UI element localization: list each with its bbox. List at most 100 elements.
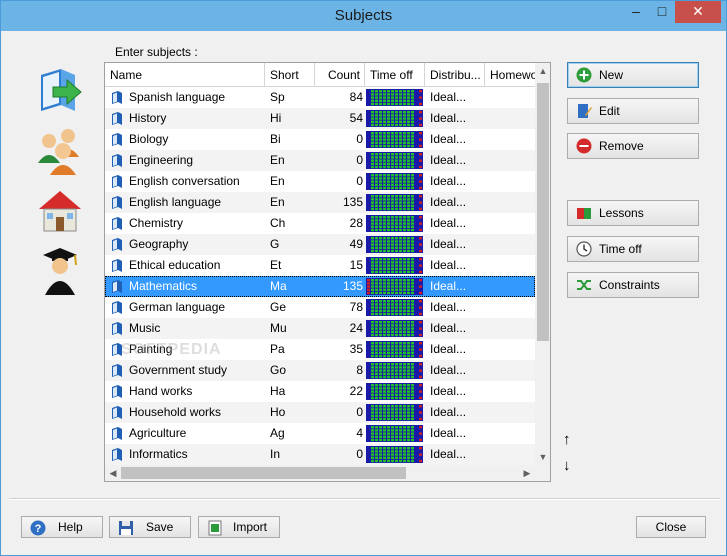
time-off-button[interactable]: Time off bbox=[567, 236, 699, 262]
subject-count: 4 bbox=[356, 426, 363, 440]
table-row[interactable]: Government study Go 8 Ideal... bbox=[105, 360, 535, 381]
time-off-grid bbox=[366, 446, 423, 463]
subjects-list[interactable]: Name Short Count Time off Distribu... Ho… bbox=[104, 62, 551, 482]
table-row[interactable]: Agriculture Ag 4 Ideal... bbox=[105, 423, 535, 444]
minus-icon bbox=[576, 138, 592, 154]
column-header-time-off[interactable]: Time off bbox=[365, 63, 425, 87]
table-row[interactable]: History Hi 54 Ideal... bbox=[105, 108, 535, 129]
table-row[interactable]: Informatics In 0 Ideal... bbox=[105, 444, 535, 465]
lessons-button-label: Lessons bbox=[599, 206, 644, 220]
subject-count: 35 bbox=[349, 342, 363, 356]
import-button-label: Import bbox=[233, 520, 268, 534]
table-row[interactable]: Music Mu 24 Ideal... bbox=[105, 318, 535, 339]
subject-count: 24 bbox=[349, 321, 363, 335]
vertical-scrollbar[interactable]: ▲ ▼ bbox=[535, 63, 550, 465]
maximize-button[interactable]: □ bbox=[649, 1, 675, 23]
table-row[interactable]: English language En 135 Ideal... bbox=[105, 192, 535, 213]
subject-short: Ha bbox=[270, 384, 286, 398]
table-row[interactable]: Painting Pa 35 Ideal... bbox=[105, 339, 535, 360]
help-button-label: Help bbox=[58, 520, 83, 534]
table-row[interactable]: Hand works Ha 22 Ideal... bbox=[105, 381, 535, 402]
window-title: Subjects bbox=[334, 7, 393, 24]
subject-name: Household works bbox=[129, 405, 222, 419]
subject-book-icon bbox=[112, 301, 122, 314]
table-row[interactable]: Engineering En 0 Ideal... bbox=[105, 150, 535, 171]
school-house-icon[interactable] bbox=[35, 185, 85, 235]
table-row[interactable]: German language Ge 78 Ideal... bbox=[105, 297, 535, 318]
subject-count: 22 bbox=[349, 384, 363, 398]
move-up-button[interactable]: ↑ bbox=[563, 431, 571, 448]
subject-short: En bbox=[270, 195, 285, 209]
table-row[interactable]: Biology Bi 0 Ideal... bbox=[105, 129, 535, 150]
subject-name: Informatics bbox=[129, 447, 188, 461]
title-bar: Subjects – □ ✕ bbox=[1, 1, 726, 31]
subject-short: Ag bbox=[270, 426, 285, 440]
help-icon: ? bbox=[30, 520, 46, 536]
scroll-right-arrow[interactable]: ▶ bbox=[519, 465, 535, 481]
lessons-icon bbox=[577, 208, 591, 219]
time-off-grid bbox=[366, 404, 423, 421]
close-window-button[interactable]: ✕ bbox=[675, 1, 721, 23]
subject-distribution: Ideal... bbox=[430, 405, 467, 419]
new-button[interactable]: New bbox=[567, 62, 699, 88]
column-header-name[interactable]: Name bbox=[105, 63, 265, 87]
time-off-grid bbox=[366, 152, 423, 169]
teachers-group-icon[interactable] bbox=[35, 125, 85, 175]
column-header-distribution[interactable]: Distribu... bbox=[425, 63, 485, 87]
table-row[interactable]: English conversation En 0 Ideal... bbox=[105, 171, 535, 192]
table-row[interactable]: Chemistry Ch 28 Ideal... bbox=[105, 213, 535, 234]
help-button[interactable]: ? Help bbox=[21, 516, 103, 538]
graduate-icon[interactable] bbox=[35, 245, 85, 295]
plus-icon bbox=[576, 67, 592, 83]
subject-count: 78 bbox=[349, 300, 363, 314]
subject-name: Geography bbox=[129, 237, 189, 251]
time-off-grid bbox=[366, 215, 423, 232]
subject-book-icon bbox=[112, 133, 122, 146]
lessons-button[interactable]: Lessons bbox=[567, 200, 699, 226]
scroll-up-arrow[interactable]: ▲ bbox=[535, 63, 550, 79]
save-button[interactable]: Save bbox=[109, 516, 191, 538]
subject-book-icon bbox=[112, 112, 122, 125]
subject-short: Et bbox=[270, 258, 282, 272]
subject-count: 0 bbox=[356, 174, 363, 188]
table-row[interactable]: Ethical education Et 15 Ideal... bbox=[105, 255, 535, 276]
subject-short: Hi bbox=[270, 111, 282, 125]
table-row[interactable]: Geography G 49 Ideal... bbox=[105, 234, 535, 255]
subject-count: 54 bbox=[349, 111, 363, 125]
subject-distribution: Ideal... bbox=[430, 384, 467, 398]
scroll-down-arrow[interactable]: ▼ bbox=[535, 449, 550, 465]
subject-distribution: Ideal... bbox=[430, 258, 467, 272]
column-header-count[interactable]: Count bbox=[315, 63, 365, 87]
edit-button-label: Edit bbox=[599, 104, 620, 118]
time-off-grid bbox=[366, 278, 423, 295]
minimize-button[interactable]: – bbox=[623, 1, 649, 23]
subject-book-icon bbox=[112, 175, 122, 188]
subject-distribution: Ideal... bbox=[430, 342, 467, 356]
book-arrow-icon[interactable] bbox=[35, 65, 85, 115]
move-down-button[interactable]: ↓ bbox=[563, 457, 571, 474]
time-off-grid bbox=[366, 110, 423, 127]
horizontal-scrollbar[interactable]: ◀ ▶ bbox=[105, 465, 535, 481]
scroll-corner bbox=[535, 465, 550, 481]
horizontal-scroll-thumb[interactable] bbox=[121, 467, 406, 479]
vertical-scroll-thumb[interactable] bbox=[537, 83, 549, 341]
table-row[interactable]: Household works Ho 0 Ideal... bbox=[105, 402, 535, 423]
close-button[interactable]: Close bbox=[636, 516, 706, 538]
time-off-button-label: Time off bbox=[599, 242, 642, 256]
subject-name: Biology bbox=[129, 132, 169, 146]
subject-name: English language bbox=[129, 195, 222, 209]
remove-button[interactable]: Remove bbox=[567, 133, 699, 159]
constraints-button[interactable]: Constraints bbox=[567, 272, 699, 298]
subject-book-icon bbox=[112, 385, 122, 398]
table-row[interactable]: Spanish language Sp 84 Ideal... bbox=[105, 87, 535, 108]
subject-name: Agriculture bbox=[129, 426, 187, 440]
table-row[interactable]: Mathematics Ma 135 Ideal... bbox=[105, 276, 535, 297]
subject-name: Hand works bbox=[129, 384, 193, 398]
edit-button[interactable]: Edit bbox=[567, 98, 699, 124]
subject-count: 15 bbox=[349, 258, 363, 272]
edit-book-icon bbox=[578, 104, 592, 118]
column-header-short[interactable]: Short bbox=[265, 63, 315, 87]
subject-book-icon bbox=[112, 427, 122, 440]
scroll-left-arrow[interactable]: ◀ bbox=[105, 465, 121, 481]
import-button[interactable]: Import bbox=[198, 516, 280, 538]
